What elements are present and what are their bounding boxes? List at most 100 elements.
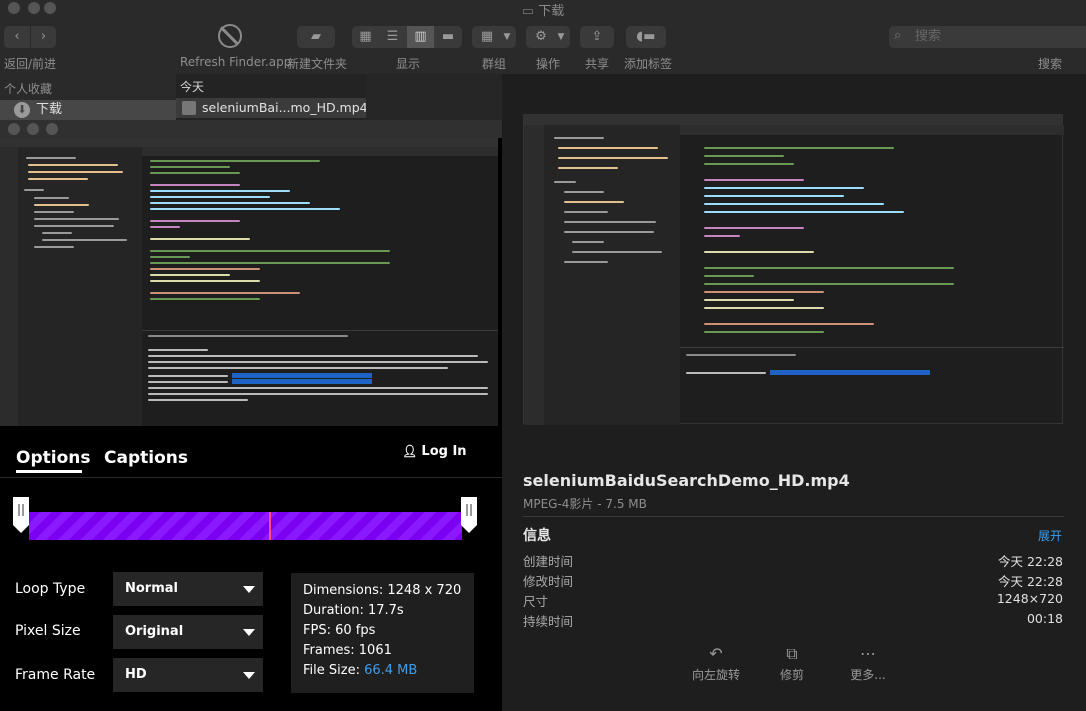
minimize-window-button[interactable] <box>27 123 39 135</box>
info-value: 00:18 <box>1026 611 1063 626</box>
info-row-created: 创建时间 今天 22:28 <box>523 551 1063 571</box>
back-forward-control: ‹ › <box>4 26 56 48</box>
activity-bar <box>0 147 18 426</box>
chevron-down-icon: ▼ <box>557 32 565 42</box>
quicklook-pane: seleniumBaiduSearchDemo_HD.mp4 MPEG-4影片 … <box>502 74 1086 711</box>
search-input[interactable]: 搜索 <box>889 26 1086 48</box>
info-value: 今天 22:28 <box>998 554 1063 569</box>
divider <box>523 516 1064 517</box>
info-key: 持续时间 <box>523 614 574 629</box>
add-tag-button[interactable]: ◖▬ <box>626 26 666 48</box>
pixel-size-label: Pixel Size <box>15 623 81 639</box>
info-value: 1248×720 <box>996 591 1063 606</box>
gif-maker-window: Options Captions 👤︎ Log In Loop Type Nor… <box>0 120 502 711</box>
trim-button[interactable]: ⧉ 修剪 <box>757 644 827 683</box>
log-in-label: Log In <box>421 444 467 459</box>
finder-sidebar: 个人收藏 ⬇ 下载 <box>0 74 176 120</box>
tag-icon: ◖▬ <box>636 29 656 44</box>
search-label: 搜索 <box>1038 57 1063 71</box>
trim-label: 修剪 <box>779 668 804 682</box>
sidebar-item-downloads[interactable]: ⬇ 下载 <box>0 100 176 120</box>
trim-timeline[interactable] <box>29 512 462 540</box>
zoom-window-button[interactable] <box>46 123 58 135</box>
chevron-down-icon <box>243 586 255 593</box>
rotate-left-button[interactable]: ↶ 向左旋转 <box>681 644 751 683</box>
chevron-down-icon: ▼ <box>503 32 511 42</box>
file-size-text: File Size: 66.4 MB <box>303 661 462 681</box>
dimensions-text: Dimensions: 1248 x 720 <box>303 583 462 598</box>
trim-icon: ⧉ <box>786 644 798 663</box>
fps-text: FPS: 60 fps <box>303 623 376 638</box>
expand-info-link[interactable]: 展开 <box>1038 527 1062 544</box>
frame-rate-select[interactable]: HD <box>113 658 263 692</box>
user-icon: 👤︎ <box>402 444 422 458</box>
video-preview <box>0 138 498 426</box>
gear-icon: ⚙ <box>535 29 547 44</box>
gallery-view-button[interactable]: ▬ <box>434 26 462 48</box>
prohibited-icon <box>219 26 239 46</box>
view-label: 显示 <box>396 57 421 71</box>
list-view-button[interactable]: ☰ <box>379 26 406 48</box>
share-label: 共享 <box>585 57 610 71</box>
group-button[interactable]: ▦ ▼ <box>472 26 516 48</box>
log-in-button[interactable]: 👤︎ Log In <box>402 444 467 459</box>
forward-button[interactable]: › <box>30 26 56 48</box>
output-info-panel: Dimensions: 1248 x 720 Duration: 17.7s F… <box>291 573 474 693</box>
loop-type-label: Loop Type <box>15 581 86 597</box>
chevron-down-icon <box>243 629 255 636</box>
back-forward-label: 返回/前进 <box>4 57 57 71</box>
trim-end-handle[interactable] <box>461 497 477 533</box>
refresh-finder-label: Refresh Finder.app <box>180 55 292 69</box>
file-size-value: 66.4 MB <box>364 663 418 678</box>
trim-start-handle[interactable] <box>13 497 29 533</box>
info-key: 修改时间 <box>523 574 574 589</box>
column-view-button[interactable]: ▥ <box>407 26 434 48</box>
chevron-down-icon <box>243 672 255 679</box>
file-size-label: File Size: <box>303 663 365 678</box>
quicklook-file-name: seleniumBaiduSearchDemo_HD.mp4 <box>523 471 850 490</box>
file-name: seleniumBai...mo_HD.mp4 <box>202 100 368 115</box>
explorer-sidebar <box>18 147 142 426</box>
favorites-header: 个人收藏 <box>4 82 53 96</box>
empty-column <box>366 74 516 120</box>
info-row-dimensions: 尺寸 1248×720 <box>523 591 1063 611</box>
info-key: 尺寸 <box>523 594 549 609</box>
folder-icon: ▭ <box>521 4 539 19</box>
more-button[interactable]: ⋯ 更多... <box>833 644 903 683</box>
info-key: 创建时间 <box>523 554 574 569</box>
search-icon: ⌕ <box>894 28 902 43</box>
pixel-size-select[interactable]: Original <box>113 615 263 649</box>
tab-captions[interactable]: Captions <box>104 448 188 468</box>
new-folder-icon: ▰ <box>311 29 321 44</box>
share-button[interactable]: ⇪ <box>580 26 614 48</box>
share-icon: ⇪ <box>591 29 603 44</box>
quicklook-video-preview[interactable] <box>523 114 1064 425</box>
frames-text: Frames: 1061 <box>303 643 392 658</box>
rotate-left-icon: ↶ <box>709 644 723 663</box>
window-title: ▭ 下载 <box>521 4 565 19</box>
info-value: 今天 22:28 <box>998 574 1063 589</box>
editor-tabs <box>142 147 498 156</box>
info-section-title: 信息 <box>523 528 551 544</box>
loop-type-value: Normal <box>125 581 178 596</box>
tab-options[interactable]: Options <box>16 448 90 468</box>
action-label: 操作 <box>536 57 561 71</box>
add-tag-label: 添加标签 <box>624 57 673 71</box>
view-segmented-control: ▦ ☰ ▥ ▬ <box>352 26 462 48</box>
pixel-size-value: Original <box>125 624 184 639</box>
action-button[interactable]: ⚙ ▼ <box>526 26 570 48</box>
duration-text: Duration: 17.7s <box>303 603 404 618</box>
back-button[interactable]: ‹ <box>4 26 30 48</box>
playhead-marker[interactable] <box>269 512 272 540</box>
sidebar-item-label: 下载 <box>36 102 63 117</box>
new-folder-button[interactable]: ▰ <box>297 26 335 48</box>
more-icon: ⋯ <box>860 644 876 663</box>
file-row-selected[interactable]: seleniumBai...mo_HD.mp4 <box>176 98 368 118</box>
refresh-finder-button[interactable] <box>218 24 242 48</box>
icon-view-button[interactable]: ▦ <box>352 26 379 48</box>
info-row-modified: 修改时间 今天 22:28 <box>523 571 1063 591</box>
close-window-button[interactable] <box>8 123 20 135</box>
loop-type-select[interactable]: Normal <box>113 572 263 606</box>
date-group-header: 今天 <box>180 80 205 94</box>
group-icon: ▦ <box>480 29 494 44</box>
